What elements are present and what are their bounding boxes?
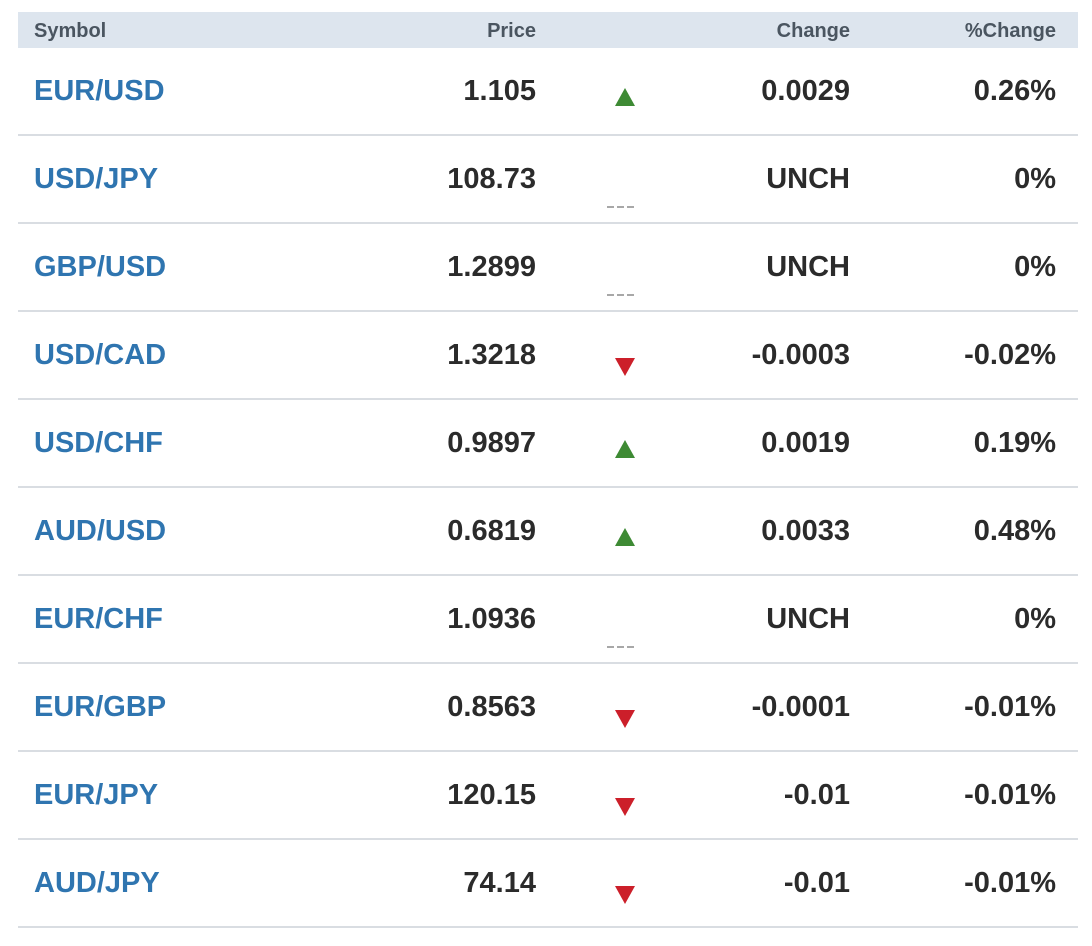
symbol-link[interactable]: EUR/JPY <box>34 752 158 838</box>
change-value: -0.0003 <box>751 339 850 371</box>
table-row: EUR/CHF 1.0936 UNCH 0% <box>18 576 1078 664</box>
symbol-link[interactable]: EUR/CHF <box>34 576 163 662</box>
change-value: -0.0001 <box>751 691 850 723</box>
change-up-icon <box>614 48 636 134</box>
change-up-icon <box>614 400 636 486</box>
pct-change-value: 0.26% <box>973 75 1056 107</box>
table-row: EUR/GBP 0.8563 -0.0001 -0.01% <box>18 664 1078 752</box>
symbol-link[interactable]: AUD/JPY <box>34 840 160 926</box>
symbol-link[interactable]: USD/CHF <box>34 400 163 486</box>
pct-change-value: 0% <box>1014 163 1056 195</box>
price-value: 120.15 <box>447 779 536 811</box>
price-value: 108.73 <box>447 163 536 195</box>
change-value: -0.01 <box>783 867 850 899</box>
table-header: Symbol Price Change %Change <box>18 12 1078 48</box>
table-row: AUD/USD 0.6819 0.0033 0.48% <box>18 488 1078 576</box>
price-value: 1.2899 <box>447 251 536 283</box>
column-header-change[interactable]: Change <box>777 12 850 50</box>
change-value: 0.0019 <box>761 427 850 459</box>
table-row: USD/CHF 0.9897 0.0019 0.19% <box>18 400 1078 488</box>
change-down-icon <box>614 840 636 926</box>
table-row: EUR/JPY 120.15 -0.01 -0.01% <box>18 752 1078 840</box>
price-value: 0.8563 <box>447 691 536 723</box>
table-row: USD/JPY 108.73 UNCH 0% <box>18 136 1078 224</box>
pct-change-value: 0.48% <box>973 515 1056 547</box>
price-value: 1.0936 <box>447 603 536 635</box>
change-unch-icon <box>607 224 637 310</box>
change-unch-icon <box>607 576 637 662</box>
currency-quote-table: Symbol Price Change %Change EUR/USD 1.10… <box>18 12 1078 928</box>
column-header-symbol[interactable]: Symbol <box>34 12 106 50</box>
table-row: AUD/JPY 74.14 -0.01 -0.01% <box>18 840 1078 928</box>
change-value: -0.01 <box>783 779 850 811</box>
table-row: USD/CAD 1.3218 -0.0003 -0.02% <box>18 312 1078 400</box>
pct-change-value: -0.02% <box>964 339 1056 371</box>
symbol-link[interactable]: GBP/USD <box>34 224 166 310</box>
symbol-link[interactable]: USD/JPY <box>34 136 158 222</box>
table-row: GBP/USD 1.2899 UNCH 0% <box>18 224 1078 312</box>
change-down-icon <box>614 312 636 398</box>
pct-change-value: 0% <box>1014 251 1056 283</box>
price-value: 1.3218 <box>447 339 536 371</box>
pct-change-value: -0.01% <box>964 867 1056 899</box>
symbol-link[interactable]: EUR/GBP <box>34 664 166 750</box>
change-down-icon <box>614 664 636 750</box>
change-value: UNCH <box>766 603 850 635</box>
pct-change-value: -0.01% <box>964 779 1056 811</box>
pct-change-value: 0% <box>1014 603 1056 635</box>
symbol-link[interactable]: USD/CAD <box>34 312 166 398</box>
pct-change-value: 0.19% <box>973 427 1056 459</box>
price-value: 0.9897 <box>447 427 536 459</box>
price-value: 1.105 <box>463 75 536 107</box>
change-value: UNCH <box>766 163 850 195</box>
change-value: 0.0033 <box>761 515 850 547</box>
change-value: UNCH <box>766 251 850 283</box>
symbol-link[interactable]: AUD/USD <box>34 488 166 574</box>
column-header-price[interactable]: Price <box>487 12 536 50</box>
change-unch-icon <box>607 136 637 222</box>
change-value: 0.0029 <box>761 75 850 107</box>
column-header-pct-change[interactable]: %Change <box>965 12 1056 50</box>
table-row: EUR/USD 1.105 0.0029 0.26% <box>18 48 1078 136</box>
price-value: 74.14 <box>463 867 536 899</box>
pct-change-value: -0.01% <box>964 691 1056 723</box>
price-value: 0.6819 <box>447 515 536 547</box>
symbol-link[interactable]: EUR/USD <box>34 48 165 134</box>
change-up-icon <box>614 488 636 574</box>
change-down-icon <box>614 752 636 838</box>
